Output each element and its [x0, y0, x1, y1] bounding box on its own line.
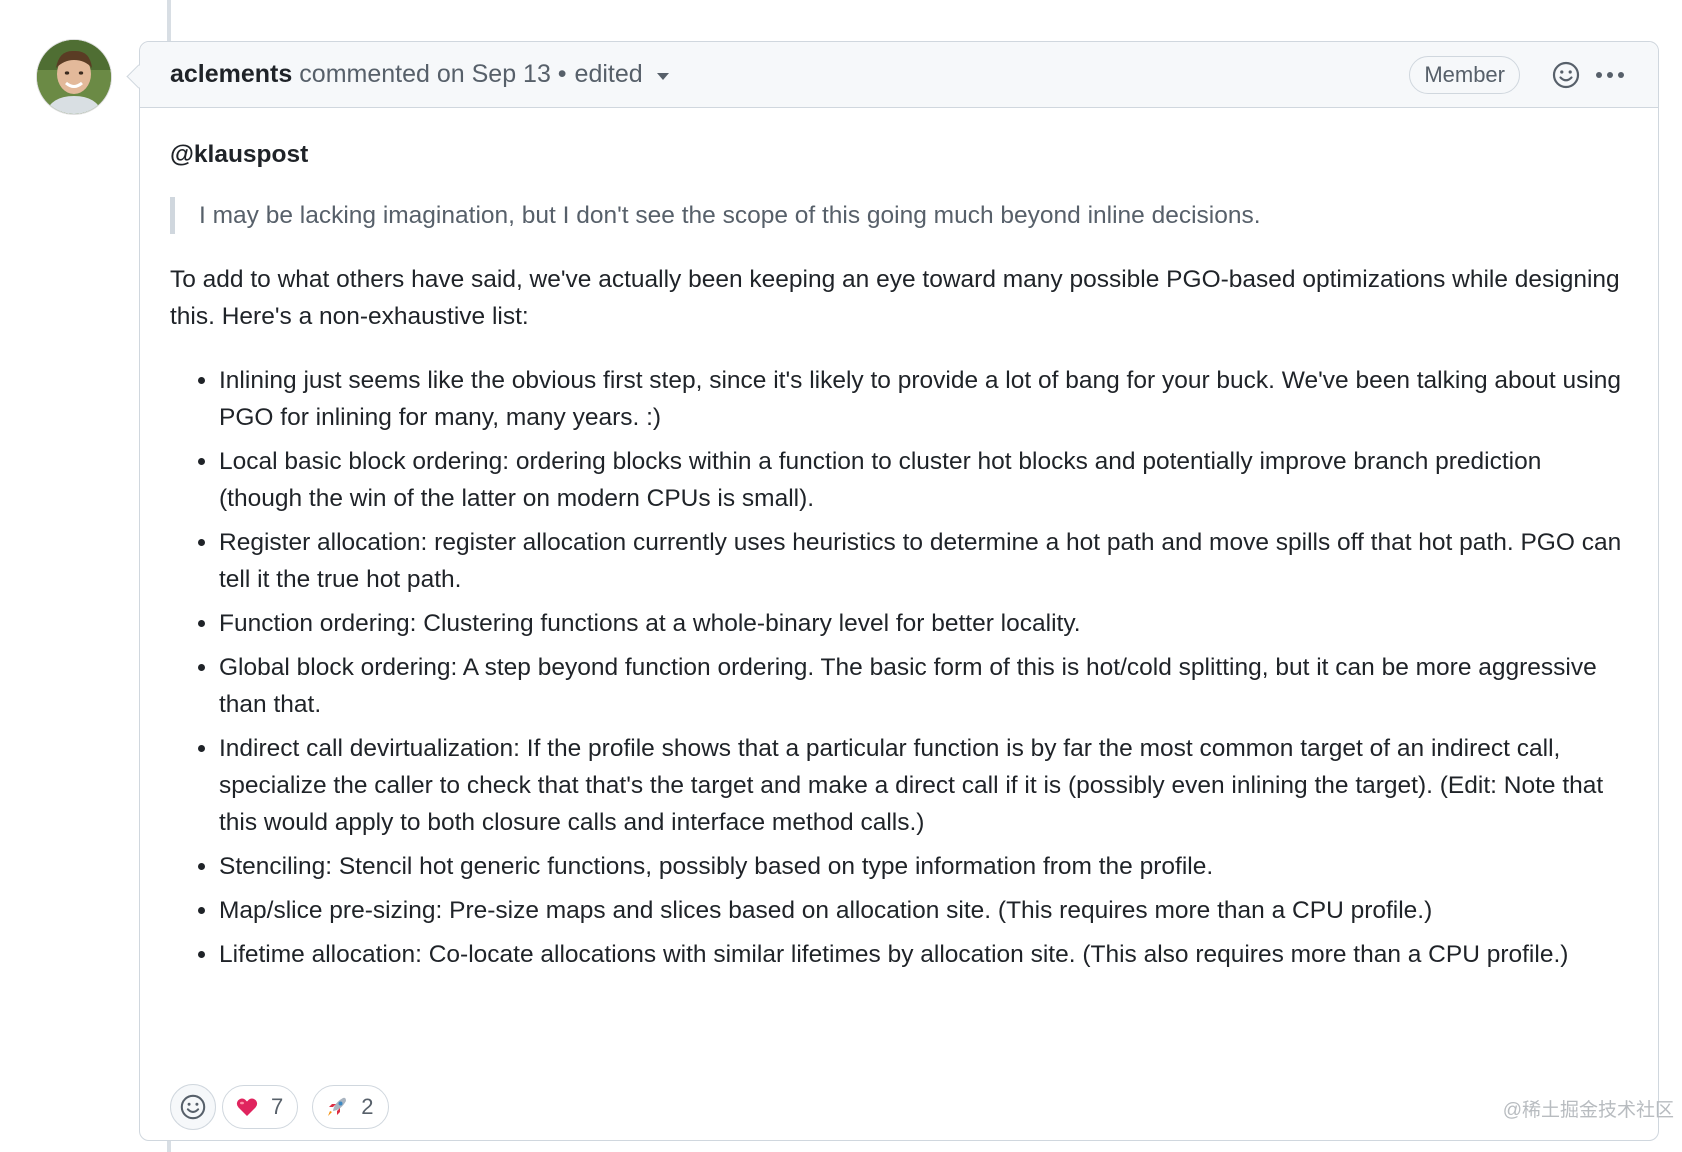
- reaction-count: 7: [271, 1094, 284, 1119]
- smiley-icon: [1552, 61, 1580, 89]
- comment-header: aclements commented on Sep 13 • edited M…: [140, 42, 1658, 108]
- list-item: Stenciling: Stencil hot generic function…: [219, 848, 1628, 885]
- reaction-rocket[interactable]: 2: [312, 1085, 389, 1129]
- list-item: Global block ordering: A step beyond fun…: [219, 649, 1628, 723]
- list-item: Inlining just seems like the obvious fir…: [219, 362, 1628, 436]
- edited-dropdown[interactable]: edited: [575, 60, 669, 89]
- kebab-horizontal-icon: [1596, 72, 1624, 78]
- avatar-image: [37, 40, 111, 114]
- list-item: Map/slice pre-sizing: Pre-size maps and …: [219, 892, 1628, 929]
- more-options-button[interactable]: [1592, 57, 1628, 93]
- author-link[interactable]: aclements: [170, 60, 292, 89]
- list-item: Lifetime allocation: Co-locate allocatio…: [219, 936, 1628, 973]
- member-badge: Member: [1409, 56, 1520, 94]
- mention-link[interactable]: @klauspost: [170, 136, 1628, 173]
- optimization-list: Inlining just seems like the obvious fir…: [170, 362, 1628, 973]
- heart-icon: [236, 1098, 258, 1116]
- watermark: @稀土掘金技术社区: [1502, 1100, 1674, 1121]
- reactions-bar: 7 2: [170, 1084, 403, 1130]
- smiley-icon: [180, 1094, 206, 1120]
- rocket-icon: [328, 1097, 347, 1116]
- comment-meta: commented on Sep 13 •: [299, 60, 567, 88]
- add-reaction-button[interactable]: [1548, 57, 1584, 93]
- list-item: Register allocation: register allocation…: [219, 524, 1628, 598]
- intro-paragraph: To add to what others have said, we've a…: [170, 266, 1620, 330]
- header-actions: Member: [1409, 42, 1628, 108]
- list-item: Indirect call devirtualization: If the p…: [219, 730, 1628, 841]
- reaction-heart[interactable]: 7: [222, 1085, 299, 1129]
- list-item: Function ordering: Clustering functions …: [219, 605, 1628, 642]
- comment-body: @klauspost I may be lacking imagination,…: [140, 108, 1658, 973]
- comment-box: aclements commented on Sep 13 • edited M…: [139, 41, 1659, 1141]
- quote-block: I may be lacking imagination, but I don'…: [170, 197, 1628, 234]
- list-item: Local basic block ordering: ordering blo…: [219, 443, 1628, 517]
- add-reaction-footer-button[interactable]: [170, 1084, 216, 1130]
- edited-label: edited: [574, 60, 643, 88]
- reaction-count: 2: [361, 1094, 374, 1119]
- avatar[interactable]: [37, 40, 111, 114]
- caret-down-icon: [656, 73, 669, 80]
